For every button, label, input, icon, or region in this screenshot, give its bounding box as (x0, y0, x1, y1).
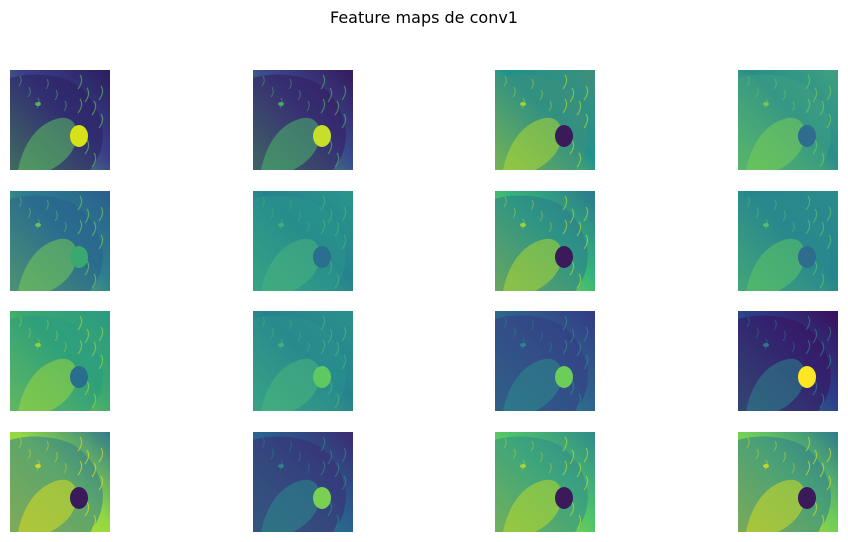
dog-eye (35, 343, 41, 347)
dog-eye (520, 343, 526, 347)
feature-map-image (738, 311, 838, 411)
feature-map-14 (253, 432, 353, 532)
feature-map-image (253, 70, 353, 170)
dog-tongue (555, 246, 573, 268)
feature-map-2 (253, 70, 353, 170)
feature-map-image (10, 70, 110, 170)
dog-eye (763, 343, 769, 347)
feature-map-image (253, 311, 353, 411)
feature-map-15 (495, 432, 595, 532)
feature-map-3 (495, 70, 595, 170)
dog-tongue (70, 125, 88, 147)
dog-tongue (555, 366, 573, 388)
dog-tongue (555, 125, 573, 147)
dog-tongue (313, 246, 331, 268)
figure-title: Feature maps de conv1 (330, 8, 518, 27)
feature-map-image (253, 191, 353, 291)
dog-tongue (555, 487, 573, 509)
feature-map-1 (10, 70, 110, 170)
dog-tongue (313, 487, 331, 509)
feature-map-13 (10, 432, 110, 532)
dog-tongue (313, 125, 331, 147)
feature-map-16 (738, 432, 838, 532)
dog-eye (763, 223, 769, 227)
feature-map-6 (253, 191, 353, 291)
dog-eye (35, 223, 41, 227)
dog-eye (278, 102, 284, 106)
dog-eye (763, 464, 769, 468)
dog-eye (278, 223, 284, 227)
dog-tongue (70, 366, 88, 388)
feature-map-image (253, 432, 353, 532)
feature-map-8 (738, 191, 838, 291)
dog-eye (520, 464, 526, 468)
feature-map-9 (10, 311, 110, 411)
feature-map-11 (495, 311, 595, 411)
dog-tongue (798, 246, 816, 268)
dog-eye (520, 102, 526, 106)
feature-map-12 (738, 311, 838, 411)
feature-map-7 (495, 191, 595, 291)
feature-map-image (738, 191, 838, 291)
dog-tongue (798, 125, 816, 147)
feature-map-image (495, 432, 595, 532)
dog-tongue (313, 366, 331, 388)
feature-map-image (10, 432, 110, 532)
dog-eye (520, 223, 526, 227)
dog-eye (763, 102, 769, 106)
feature-map-image (738, 432, 838, 532)
dog-eye (35, 464, 41, 468)
dog-eye (35, 102, 41, 106)
feature-map-10 (253, 311, 353, 411)
feature-map-image (495, 191, 595, 291)
dog-tongue (70, 487, 88, 509)
dog-tongue (798, 366, 816, 388)
feature-map-image (495, 311, 595, 411)
feature-map-image (10, 311, 110, 411)
feature-map-image (738, 70, 838, 170)
feature-map-5 (10, 191, 110, 291)
feature-map-image (10, 191, 110, 291)
dog-tongue (70, 246, 88, 268)
feature-map-image (495, 70, 595, 170)
dog-tongue (798, 487, 816, 509)
dog-eye (278, 343, 284, 347)
feature-map-4 (738, 70, 838, 170)
dog-eye (278, 464, 284, 468)
